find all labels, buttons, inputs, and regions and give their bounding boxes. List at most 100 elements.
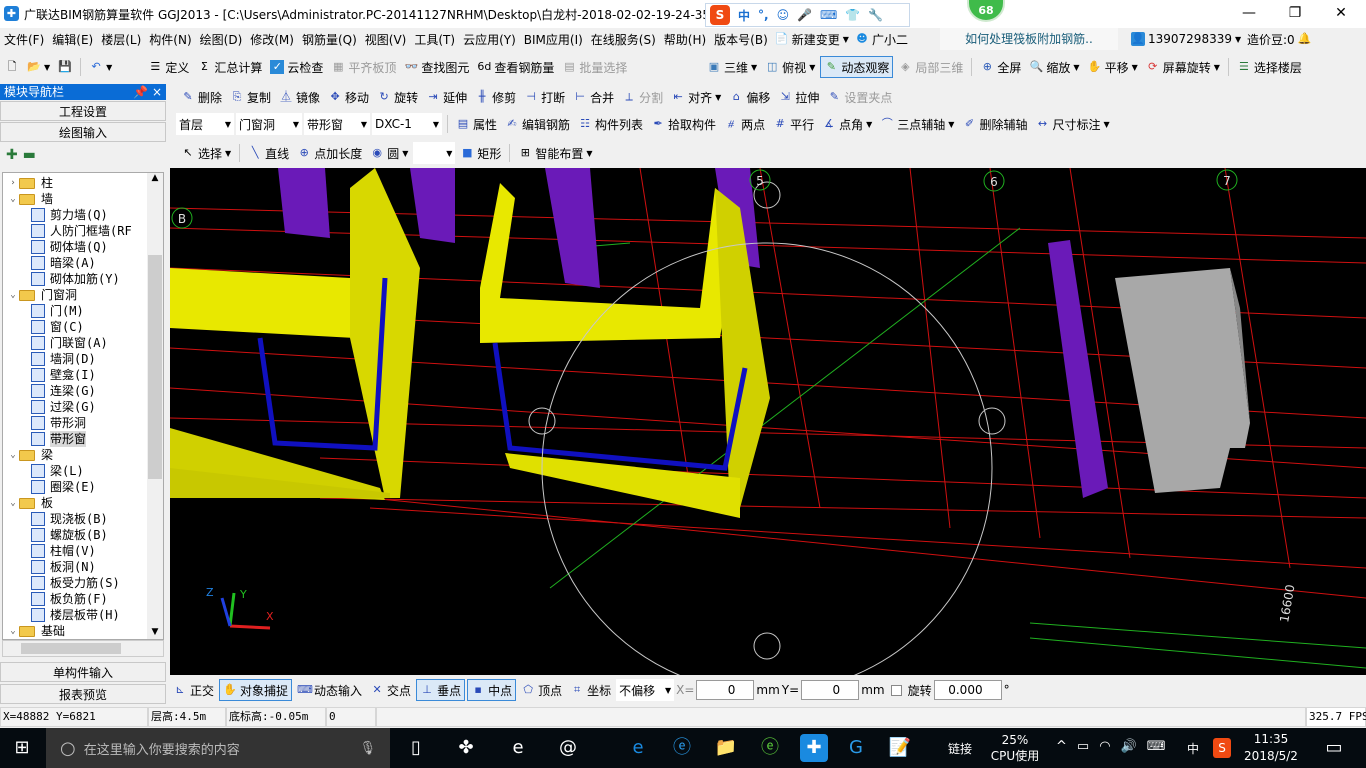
tree-item[interactable]: 门联窗(A) [3, 335, 163, 351]
screen-rotate-button[interactable]: ⟳ 屏幕旋转 ▼ [1143, 56, 1223, 78]
toolbar-button[interactable]: ⇥ 延伸 [423, 86, 470, 108]
toolbar-button[interactable]: ✍ 编辑钢筋 [502, 113, 573, 135]
3d-viewport[interactable]: B 5 6 7 16600 X Y Z [169, 167, 1366, 694]
tree-item[interactable]: 圈梁(E) [3, 479, 163, 495]
toolbar-button[interactable]: ✎ 删除 [178, 86, 225, 108]
orbit-handle-left[interactable] [528, 407, 556, 435]
skin-icon[interactable]: 👕 [845, 8, 860, 22]
undo-button[interactable]: ↶ ▼ [86, 56, 115, 78]
toolbar-button[interactable]: ⎘ 复制 [227, 86, 274, 108]
edge-icon[interactable]: e [624, 734, 652, 762]
close-panel-icon[interactable]: × [152, 85, 162, 99]
3d-scene[interactable]: B 5 6 7 16600 X Y Z [169, 167, 1366, 694]
tree-item[interactable]: 板受力筋(S) [3, 575, 163, 591]
orbit-handle-bottom[interactable] [753, 632, 781, 660]
save-button[interactable]: 💾 [55, 56, 75, 78]
menu-tools[interactable]: 工具(T) [410, 31, 459, 48]
chevron-down-icon[interactable]: ⌄ [7, 495, 19, 511]
toolbar-button[interactable]: ↔ 尺寸标注 ▼ [1032, 113, 1112, 135]
toolbar-button[interactable]: ☷ 构件列表 [575, 113, 646, 135]
battery-icon[interactable]: ▭ [1077, 739, 1089, 754]
toolbar-button[interactable]: ⌨ 动态输入 [294, 679, 365, 701]
tree-item[interactable]: 暗梁(A) [3, 255, 163, 271]
orbit-button[interactable]: ✎ 动态观察 [820, 56, 894, 78]
menu-help[interactable]: 帮助(H) [660, 31, 710, 48]
zoom-button[interactable]: 🔍 缩放 ▼ [1026, 56, 1082, 78]
rotate-input[interactable]: 0.000 [933, 680, 1002, 700]
rotate-checkbox[interactable] [890, 684, 902, 696]
menu-rebar[interactable]: 钢筋量(Q) [298, 31, 361, 48]
windows-start-icon[interactable]: ⊞ [8, 734, 36, 762]
tree-item[interactable]: 墙洞(D) [3, 351, 163, 367]
component-select[interactable]: DXC-1 ▼ [372, 113, 442, 135]
toolbar-button[interactable]: ╫ 修剪 [472, 86, 519, 108]
circle-option-select[interactable]: ▼ [413, 142, 456, 164]
punct-icon[interactable]: °, [758, 8, 769, 22]
emoji-icon[interactable]: ☺ [777, 8, 790, 22]
single-component-input-button[interactable]: 单构件输入 [0, 662, 166, 682]
find-element-button[interactable]: 👓 查找图元 [401, 56, 472, 78]
ime-toolbar[interactable]: S 中 °, ☺ 🎤 ⌨ 👕 🔧 [705, 3, 910, 27]
toolbar-button[interactable]: ⬠ 顶点 [518, 679, 565, 701]
green-app-icon[interactable]: ⓔ [756, 734, 784, 762]
smart-layout-button[interactable]: ⊞ 智能布置 ▼ [515, 142, 595, 164]
category-select[interactable]: 门窗洞 ▼ [236, 113, 302, 135]
menu-floor[interactable]: 楼层(L) [97, 31, 145, 48]
bell-icon[interactable]: 🔔 [1298, 32, 1312, 46]
tree-item[interactable]: 砌体墙(Q) [3, 239, 163, 255]
tree-horizontal-scrollbar[interactable] [2, 640, 164, 657]
menu-component[interactable]: 构件(N) [145, 31, 195, 48]
toolbar-button[interactable]: # 平行 [770, 113, 817, 135]
select-floor-button[interactable]: ☰ 选择楼层 [1234, 56, 1305, 78]
dropdown-arrow-icon[interactable]: ▼ [1103, 120, 1109, 129]
toolbar-button[interactable]: ▤ 属性 [453, 113, 500, 135]
tree-item[interactable]: 梁(L) [3, 463, 163, 479]
tree-item[interactable]: 现浇板(B) [3, 511, 163, 527]
mic-icon[interactable]: 🎤 [797, 8, 812, 22]
microphone-icon[interactable]: 🎙 [359, 741, 376, 756]
local-3d-button[interactable]: ◈ 局部三维 [895, 56, 966, 78]
toolbar-button[interactable]: ↻ 旋转 [374, 86, 421, 108]
user-account[interactable]: 👤 13907298339 ▼ [1128, 28, 1244, 50]
offset-select[interactable]: 不偏移 ▼ [616, 679, 675, 701]
tree-item[interactable]: 带形洞 [3, 415, 163, 431]
toolbar-button[interactable]: ⧣ 两点 [721, 113, 768, 135]
toolbar-button[interactable]: ⌒ 三点辅轴 ▼ [877, 113, 957, 135]
pin-icon[interactable]: 📌 [133, 85, 148, 99]
menu-modify[interactable]: 修改(M) [246, 31, 298, 48]
toolbar-button[interactable]: ⊾ 正交 [170, 679, 217, 701]
tree-item[interactable]: 楼层板带(H) [3, 607, 163, 623]
ime-mode[interactable]: 中 [738, 7, 750, 24]
tree-item[interactable]: ⌄ 门窗洞 [3, 287, 163, 303]
tree-item[interactable]: ⌄ 墙 [3, 191, 163, 207]
notes-app-icon[interactable]: 📝 [886, 734, 914, 762]
toolbar-button[interactable]: ✋ 对象捕捉 [219, 679, 293, 701]
menu-edit[interactable]: 编辑(E) [48, 31, 97, 48]
rectangle-button[interactable]: ■ 矩形 [457, 142, 504, 164]
pan-button[interactable]: ✋ 平移 ▼ [1085, 56, 1141, 78]
orbit-handle-right[interactable] [978, 407, 1006, 435]
tree-item[interactable]: ⌄ 梁 [3, 447, 163, 463]
keyboard-icon[interactable]: ⌨ [820, 8, 837, 22]
ime-indicator[interactable]: 中 [1187, 740, 1199, 757]
menu-online[interactable]: 在线服务(S) [587, 31, 660, 48]
toolbar-button[interactable]: ▪ 中点 [467, 679, 517, 701]
wifi-icon[interactable]: ◠ [1099, 739, 1110, 754]
circle-button[interactable]: ◉ 圆 ▼ [367, 142, 411, 164]
toolbar-button[interactable]: ⊢ 合并 [570, 86, 617, 108]
drawing-input-button[interactable]: 绘图输入 [0, 122, 166, 142]
calculate-button[interactable]: Σ 汇总计算 [194, 56, 265, 78]
dropdown-arrow-icon[interactable]: ▼ [948, 120, 954, 129]
view-rebar-button[interactable]: 6d 查看钢筋量 [474, 56, 557, 78]
tree-item[interactable]: › 柱 [3, 175, 163, 191]
toolbar-button[interactable]: ⟂ 分割 [619, 86, 666, 108]
select-button[interactable]: ↖ 选择 ▼ [178, 142, 234, 164]
define-button[interactable]: ☰ 定义 [145, 56, 192, 78]
cloud-check-button[interactable]: ✓ 云检查 [267, 56, 326, 78]
tree-item[interactable]: 板负筋(F) [3, 591, 163, 607]
toolbar-button[interactable]: ⌂ 偏移 [726, 86, 773, 108]
menu-cloud[interactable]: 云应用(Y) [459, 31, 520, 48]
ie-icon[interactable]: ⓔ [668, 734, 696, 762]
tree-item[interactable]: 过梁(G) [3, 399, 163, 415]
taskbar-search[interactable]: ○ 在这里输入你要搜索的内容 🎙 [46, 728, 390, 768]
